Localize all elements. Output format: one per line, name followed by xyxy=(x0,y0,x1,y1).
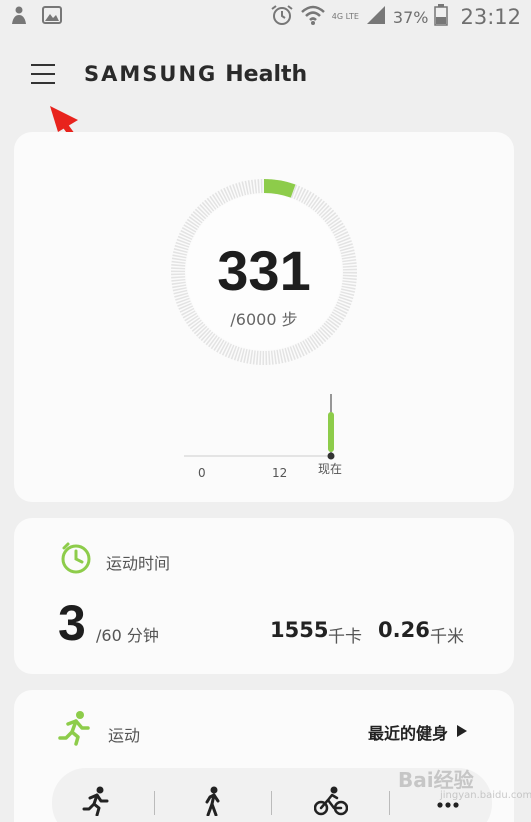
timer-icon xyxy=(58,540,94,580)
tick-label-now: 现在 xyxy=(318,462,343,476)
calories-unit: 千卡 xyxy=(328,627,362,647)
app-logo: SAMSUNG Health xyxy=(84,62,307,87)
status-bar: 4G LTE 37% 23:12 xyxy=(0,0,531,34)
separator xyxy=(154,791,156,815)
brand-health: Health xyxy=(225,62,308,87)
exercise-card[interactable]: 运动 最近的健身 xyxy=(14,690,514,822)
recent-workouts-link[interactable]: 最近的健身 xyxy=(368,720,468,744)
steps-ring: 331 /6000 步 xyxy=(164,172,364,372)
brand-samsung: SAMSUNG xyxy=(84,62,218,86)
steps-goal: /6000 步 xyxy=(230,310,298,329)
alarm-icon xyxy=(270,4,294,30)
separator xyxy=(388,791,390,815)
exercise-minutes: 3 xyxy=(58,595,86,651)
notification-app-icon xyxy=(10,5,28,29)
walking-button[interactable] xyxy=(183,778,243,822)
hamburger-icon xyxy=(30,63,56,89)
exercise-time-title: 运动时间 xyxy=(106,554,171,573)
separator xyxy=(271,791,273,815)
network-type: 4G LTE xyxy=(331,12,359,21)
menu-button[interactable] xyxy=(24,58,62,94)
watermark: Bai经验 xyxy=(398,768,474,792)
steps-hourly-chart: 0 12 现在 xyxy=(174,390,374,480)
running-button[interactable] xyxy=(66,778,126,822)
signal-icon xyxy=(365,5,387,29)
cycling-button[interactable] xyxy=(301,778,361,822)
distance-value: 0.26 xyxy=(378,618,430,642)
exercise-time-card[interactable]: 运动时间 3 /60 分钟 1555 千卡 0.26 千米 xyxy=(14,518,514,674)
runner-icon xyxy=(58,710,92,750)
clock: 23:12 xyxy=(460,5,521,29)
calories-value: 1555 xyxy=(270,618,329,642)
app-header: SAMSUNG Health xyxy=(0,44,531,108)
exercise-title: 运动 xyxy=(108,726,141,745)
gallery-icon xyxy=(42,6,62,28)
steps-card[interactable]: 331 /6000 步 0 12 现在 xyxy=(14,132,514,502)
battery-icon xyxy=(434,4,449,30)
running-icon xyxy=(82,786,110,820)
watermark-url: jingyan.baidu.com xyxy=(440,790,531,801)
battery-percent: 37% xyxy=(392,7,429,27)
cycling-icon xyxy=(313,786,348,820)
walking-icon xyxy=(202,786,224,820)
steps-count: 331 xyxy=(217,239,311,302)
tick-label-0: 0 xyxy=(198,466,206,480)
recent-workouts-label: 最近的健身 xyxy=(368,724,449,743)
wifi-icon xyxy=(300,4,326,30)
distance-unit: 千米 xyxy=(430,627,464,647)
tick-label-12: 12 xyxy=(272,466,288,480)
chart-now-dot xyxy=(327,452,335,460)
chart-bar xyxy=(328,412,334,452)
exercise-minutes-goal: /60 分钟 xyxy=(96,626,159,645)
play-triangle-icon xyxy=(456,723,468,742)
